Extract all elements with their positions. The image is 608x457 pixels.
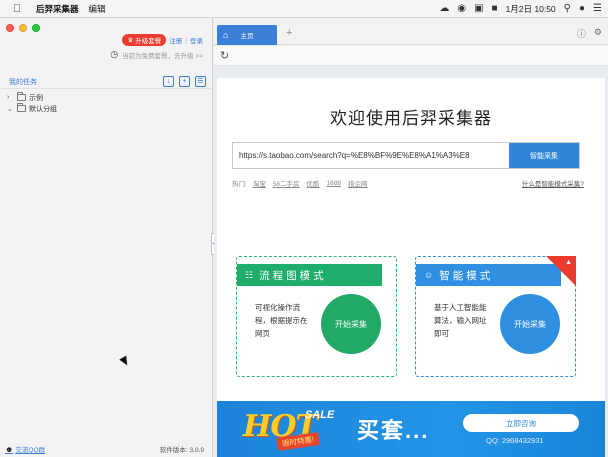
upgrade-label: 升级套餐	[135, 38, 162, 45]
smart-mode-header: ☺ 智能模式	[416, 264, 561, 286]
folder-icon	[17, 103, 26, 112]
flowchart-mode-card[interactable]: ☷ 流程图模式 可视化操作流程，根据提示在网页 开始采集	[236, 256, 397, 377]
siri-icon[interactable]: ●	[579, 4, 585, 14]
version-label: 软件版本: 3.0.9	[159, 447, 204, 454]
input-method-icon[interactable]: ■	[492, 4, 498, 14]
smart-mode-title: 智能模式	[439, 269, 494, 282]
upgrade-button[interactable]: ♛ 升级套餐	[122, 34, 167, 46]
login-link[interactable]: 登录	[190, 35, 203, 45]
folder-icon	[17, 92, 26, 101]
sale-text: SALE	[305, 409, 335, 421]
smart-mode-card[interactable]: ☺ 智能模式 ▲ 基于人工智能能算法，输入网址即可 开始采集	[415, 256, 576, 377]
link-separator: |	[185, 36, 187, 44]
flowchart-start-button[interactable]: 开始采集	[321, 294, 381, 354]
account-row: ♛ 升级套餐 注册 | 登录	[122, 34, 203, 46]
flowchart-icon: ☷	[245, 269, 254, 280]
url-search-bar: 智能采集	[232, 142, 580, 169]
hot-link-58[interactable]: 58二手房	[273, 178, 300, 188]
add-tab-icon[interactable]: +	[286, 27, 292, 39]
close-window-button[interactable]	[6, 24, 14, 32]
zoom-window-button[interactable]	[32, 24, 40, 32]
buy-package-text: 买套...	[357, 418, 430, 443]
menubar-clock[interactable]: 1月2日 10:50	[506, 3, 556, 15]
task-actions: ↓ + ☰	[163, 76, 206, 87]
tree-item-label: 示例	[29, 94, 43, 102]
flowchart-mode-header: ☷ 流程图模式	[237, 264, 382, 286]
hot-link-taobao[interactable]: 淘宝	[253, 178, 266, 188]
task-tree: › 示例 ⌄ 默认分组	[7, 92, 57, 114]
screen-mirror-icon[interactable]: ▣	[474, 4, 483, 14]
smart-start-button[interactable]: 开始采集	[500, 294, 560, 354]
tab-home-label: 主页	[240, 33, 254, 40]
tasks-header: 我的任务 ↓ + ☰	[0, 75, 212, 89]
register-link[interactable]: 注册	[169, 35, 182, 45]
hot-link-liepin[interactable]: 猎企网	[348, 178, 368, 188]
tasks-title: 我的任务	[9, 78, 37, 86]
flowchart-mode-title: 流程图模式	[259, 269, 327, 282]
promo-banner[interactable]: HOT SALE 限时特惠! 买套... 立即咨询 QQ: 2968432931	[217, 401, 605, 457]
new-group-icon[interactable]: ☰	[195, 76, 206, 87]
url-input[interactable]	[233, 143, 509, 168]
home-page: 欢迎使用后羿采集器 智能采集 热门: 淘宝 58二手房 优酷 1688 猎企网 …	[217, 78, 605, 457]
qq-group-label: 交流QQ群	[15, 447, 46, 454]
sidebar: ♛ 升级套餐 注册 | 登录 ◷ 当前为免费套餐，去升级 >> 我的任务 ↓ +…	[0, 18, 213, 457]
menu-bar:  后羿采集器 编辑 ☁ ◉ ▣ ■ 1月2日 10:50 ⚲ ● ☰	[0, 0, 608, 18]
control-center-icon[interactable]: ☰	[593, 4, 602, 14]
new-task-icon[interactable]: +	[179, 76, 190, 87]
nav-bar: ↻	[214, 46, 608, 66]
hot-links-row: 热门: 淘宝 58二手房 优酷 1688 猎企网 什么是智能模式采集?	[232, 178, 584, 189]
flowchart-mode-description: 可视化操作流程，根据提示在网页	[255, 303, 308, 338]
qq-group-link[interactable]: ☻ 交流QQ群	[5, 444, 46, 455]
gear-icon[interactable]: ⚙	[594, 27, 602, 40]
smart-collect-button[interactable]: 智能采集	[509, 143, 579, 168]
cloud-icon[interactable]: ☁	[439, 4, 449, 14]
menu-edit[interactable]: 编辑	[89, 3, 106, 15]
hot-link-youku[interactable]: 优酷	[307, 178, 320, 188]
what-is-smart-link[interactable]: 什么是智能模式采集?	[522, 178, 584, 188]
chevron-down-icon[interactable]: ⌄	[7, 105, 14, 113]
chevron-right-icon[interactable]: ›	[7, 94, 14, 101]
page-title: 欢迎使用后羿采集器	[330, 109, 492, 128]
menu-app-name[interactable]: 后羿采集器	[36, 3, 79, 15]
home-icon: ⌂	[223, 30, 229, 40]
help-icon[interactable]: ⓘ	[577, 27, 586, 40]
clock-icon: ◷	[110, 49, 119, 59]
hot-link-1688[interactable]: 1688	[327, 180, 341, 187]
consult-now-button[interactable]: 立即咨询	[463, 414, 579, 432]
window-controls	[6, 24, 40, 32]
robot-icon: ☺	[424, 270, 434, 280]
hot-label: 热门:	[232, 181, 247, 188]
refresh-icon[interactable]: ↻	[220, 49, 229, 62]
tab-bar: ⌂ 主页 + ⓘ ⚙	[214, 18, 608, 45]
spotlight-search-icon[interactable]: ⚲	[564, 4, 571, 14]
smart-mode-description: 基于人工智能能算法，输入网址即可	[434, 303, 487, 338]
package-notice[interactable]: ◷ 当前为免费套餐，去升级 >>	[110, 49, 203, 60]
browser-area: ⌂ 主页 + ⓘ ⚙ ↻ 欢迎使用后羿采集器 智能采集 热门: 淘宝 58二手房…	[214, 18, 608, 457]
sidebar-footer: ☻ 交流QQ群 软件版本: 3.0.9	[0, 441, 212, 457]
import-task-icon[interactable]: ↓	[163, 76, 174, 87]
qq-penguin-icon: ☻	[5, 444, 14, 454]
window-tools: ⓘ ⚙	[577, 27, 602, 40]
tree-item-example[interactable]: › 示例	[7, 92, 57, 103]
record-icon[interactable]: ◉	[457, 4, 466, 14]
status-area: ☁ ◉ ▣ ■ 1月2日 10:50 ⚲ ● ☰	[439, 0, 602, 18]
tree-item-label: 默认分组	[29, 105, 57, 113]
package-notice-text: 当前为免费套餐，去升级 >>	[122, 52, 203, 60]
tab-home[interactable]: ⌂ 主页	[217, 25, 277, 45]
minimize-window-button[interactable]	[19, 24, 27, 32]
crown-icon: ♛	[127, 37, 134, 44]
qq-number: QQ: 2968432931	[486, 436, 544, 445]
tree-item-default-group[interactable]: ⌄ 默认分组	[7, 103, 57, 114]
apple-menu-icon[interactable]: 	[8, 3, 26, 15]
thumbs-up-icon: ▲	[565, 259, 572, 266]
